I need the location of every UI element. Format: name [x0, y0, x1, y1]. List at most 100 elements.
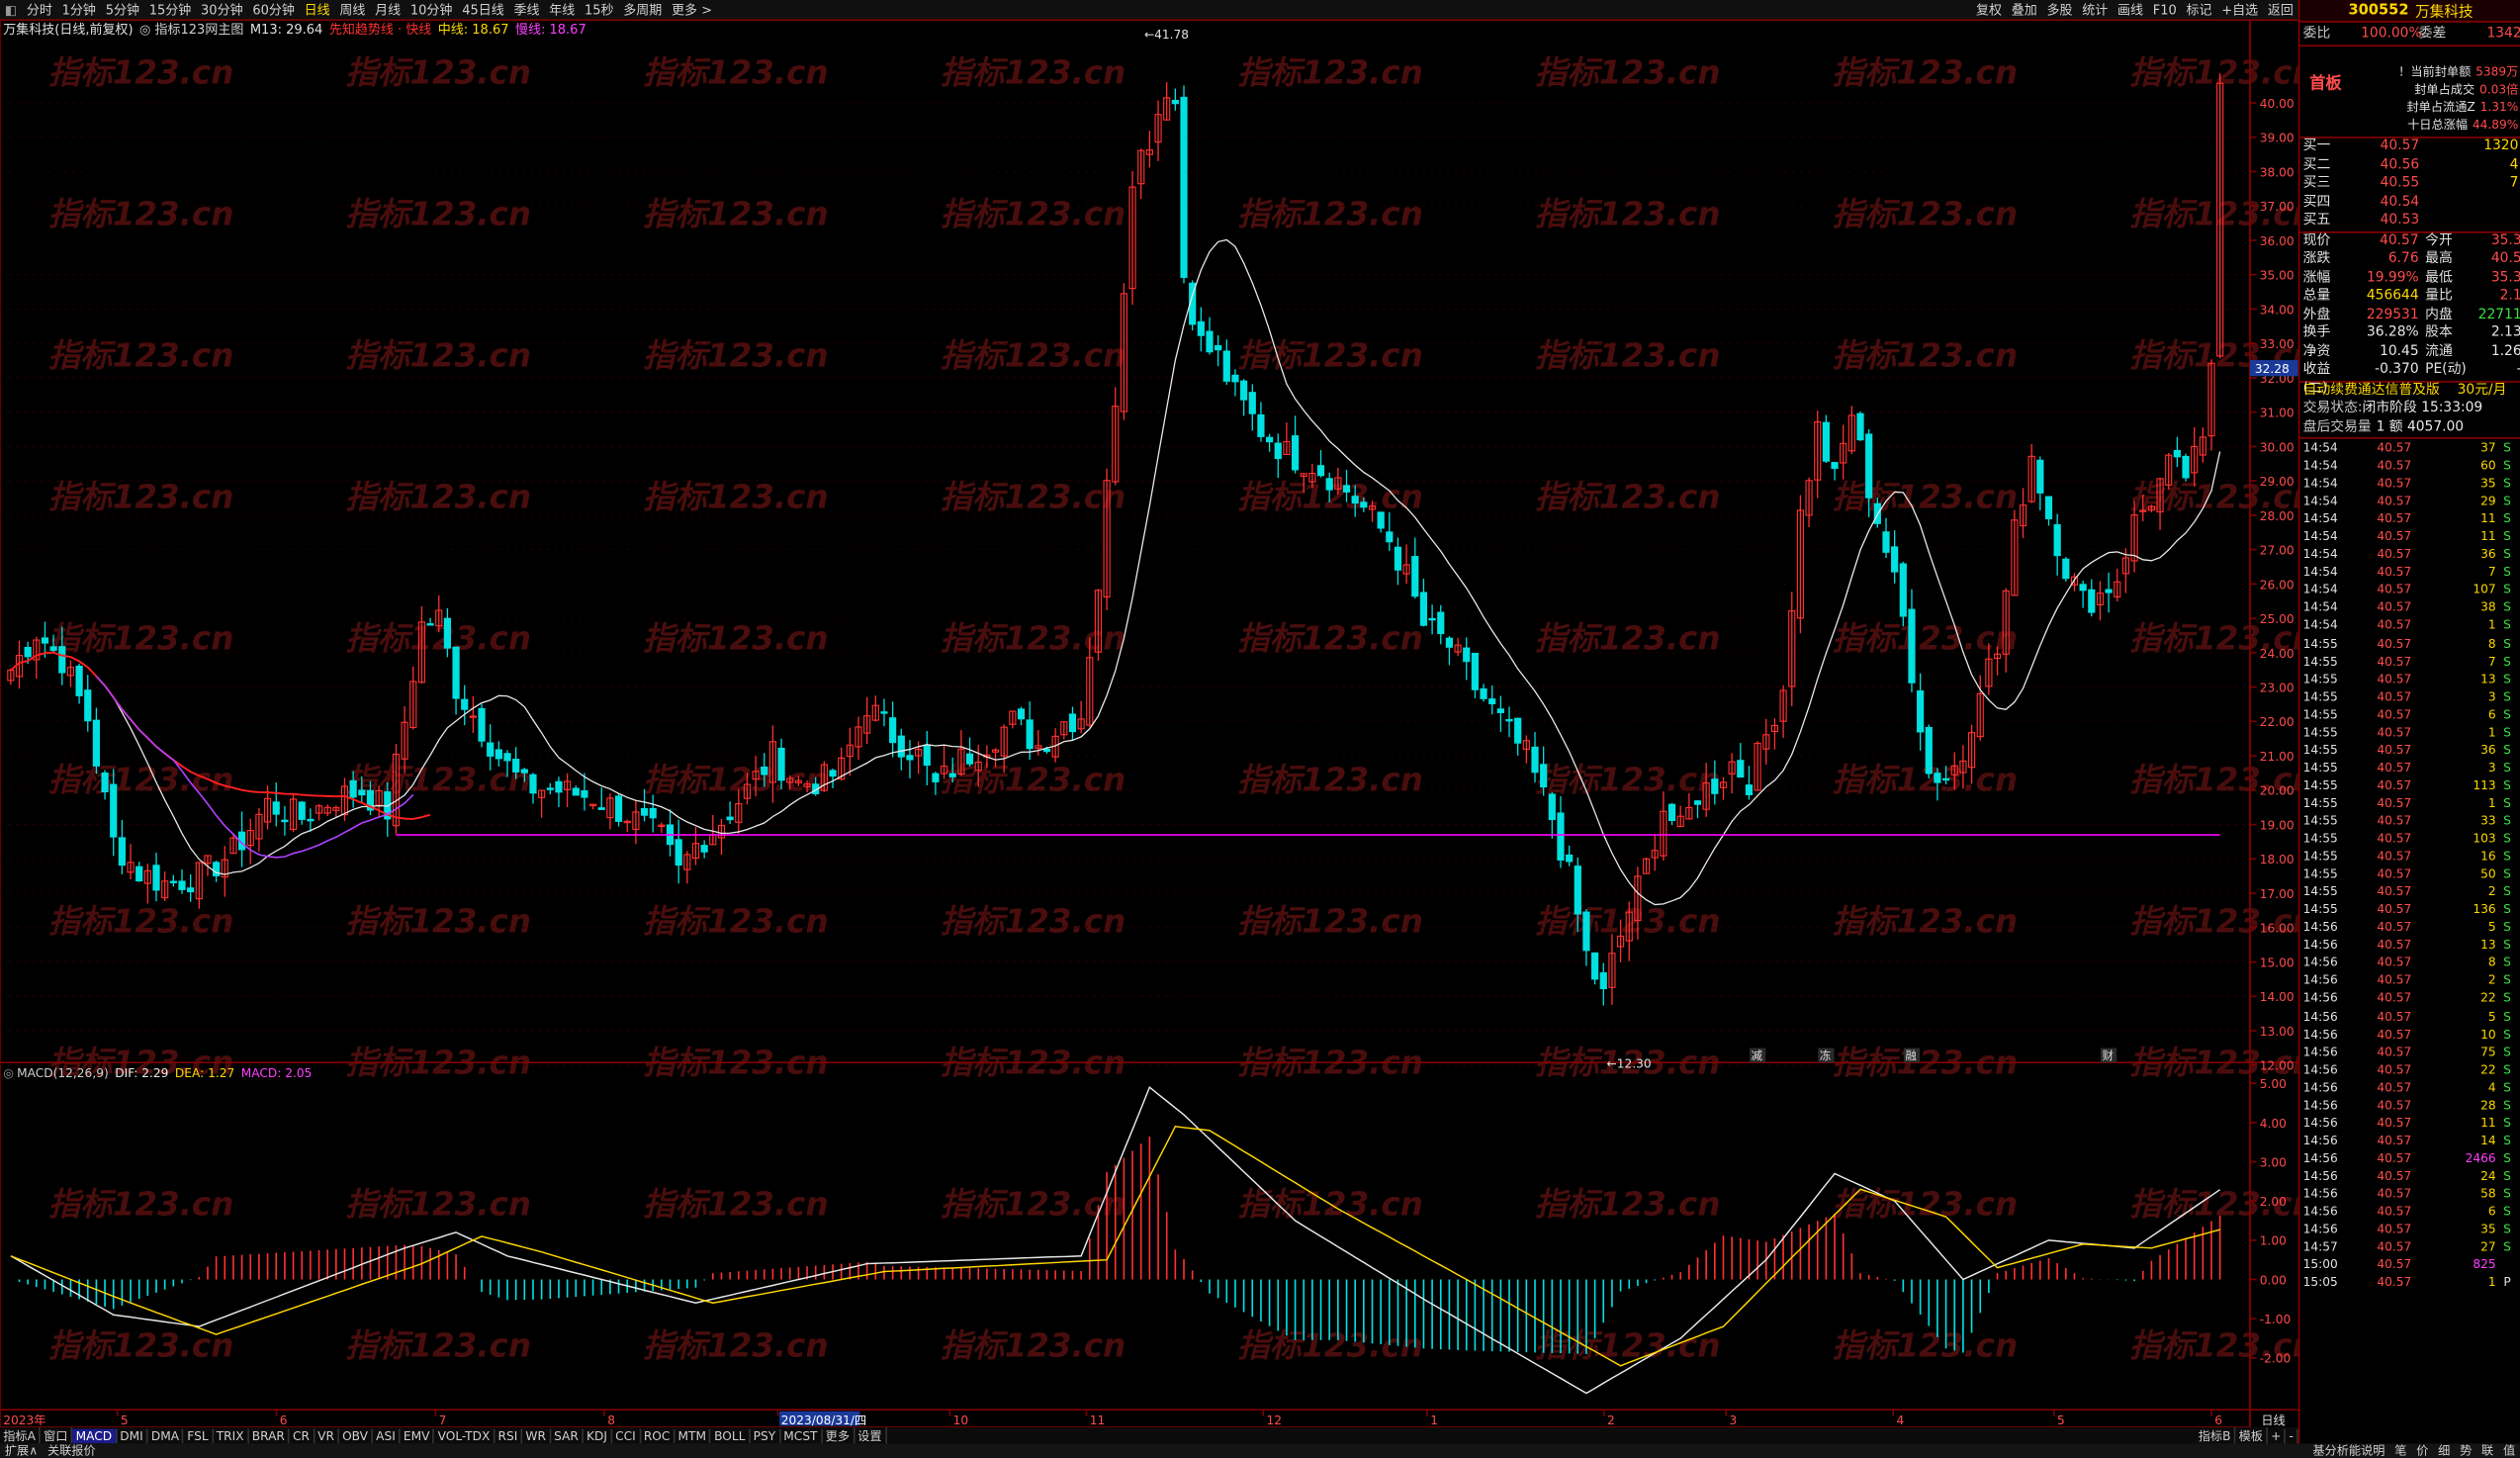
period-tab[interactable]: 15分钟	[144, 1, 196, 19]
period-tab[interactable]: 60分钟	[247, 1, 299, 19]
watermark-text: 指标123.cn	[643, 1327, 829, 1365]
ad-row[interactable]: 自动续费通达信普及版 30元/月	[2299, 380, 2520, 400]
indicator-tab[interactable]: EMV	[401, 1427, 435, 1443]
indicator-tab[interactable]: VR	[315, 1427, 339, 1443]
indicator-tab[interactable]: DMA	[148, 1427, 185, 1443]
indicator-tab[interactable]: KDJ	[584, 1427, 612, 1443]
related-quote-link[interactable]: 关联报价	[43, 1442, 101, 1458]
candle-body	[1197, 320, 1205, 336]
period-tab[interactable]: 更多 >	[667, 1, 717, 19]
watermark-text: 指标123.cn	[1535, 53, 1721, 91]
quote-label: 内盘	[2425, 306, 2453, 322]
status-tool[interactable]: 价	[2411, 1442, 2433, 1458]
indicator-tab[interactable]: CR	[290, 1427, 315, 1443]
period-tab[interactable]: 年线	[544, 1, 580, 19]
indicator-tool[interactable]: 指标B	[2195, 1426, 2236, 1445]
period-tab[interactable]: 10分钟	[405, 1, 457, 19]
tick-list[interactable]: 14:54 40.57 37 S 14:54 40.57 60 S 14:54 40.57 35 S 1…	[2299, 439, 2520, 1292]
period-tab[interactable]: 5分钟	[101, 1, 144, 19]
bid-row[interactable]: 买一 40.57 1320	[2299, 138, 2520, 157]
indicator-tab[interactable]: PSY	[750, 1427, 781, 1443]
indicator-tab[interactable]: TRIX	[213, 1427, 249, 1443]
toolbar-button[interactable]: 叠加	[2007, 1, 2042, 19]
tick-time: 14:54	[2302, 617, 2338, 633]
candle-body	[1591, 952, 1599, 980]
status-tool[interactable]: 基分析能说明	[2308, 1442, 2390, 1458]
tick-side: S	[2503, 1008, 2511, 1024]
indicator-tab[interactable]: CCI	[612, 1427, 641, 1443]
menu-icon[interactable]: ◧	[0, 2, 22, 17]
indicator-tab[interactable]: ROC	[641, 1427, 675, 1443]
status-tool[interactable]: 值	[2498, 1442, 2520, 1458]
indicator-tab[interactable]: MACD	[72, 1427, 118, 1443]
indicator-tab[interactable]: FSL	[184, 1427, 214, 1443]
period-tab[interactable]: 45日线	[457, 1, 508, 19]
tick-side	[2496, 1255, 2519, 1273]
indicator-tab[interactable]: DMI	[117, 1427, 148, 1443]
indicator-tab[interactable]: SAR	[551, 1427, 584, 1443]
indicator-tab[interactable]: RSI	[495, 1427, 523, 1443]
toolbar-button[interactable]: 复权	[1971, 1, 2007, 19]
period-tab[interactable]: 1分钟	[57, 1, 101, 19]
indicator-tool[interactable]: 模板	[2235, 1426, 2268, 1445]
candle-body	[529, 774, 537, 794]
period-tab[interactable]: 分时	[22, 1, 57, 19]
indicator-tab[interactable]: 更多	[822, 1426, 855, 1445]
indicator-tool[interactable]: -	[2286, 1427, 2298, 1443]
kline-chart[interactable]: 指标123.cn 指标123.cn 指标123.cn 指标123.cn 指标123.cn…	[0, 19, 2298, 1431]
indicator-tab[interactable]: WR	[522, 1427, 551, 1443]
indicator-tab[interactable]: OBV	[339, 1427, 373, 1443]
status-tool[interactable]: 联	[2476, 1442, 2498, 1458]
toolbar-button[interactable]: +自选	[2216, 1, 2263, 19]
bid-row[interactable]: 买五 40.53	[2299, 213, 2520, 231]
indicator-tab[interactable]: 设置	[855, 1426, 887, 1445]
candle-body	[118, 837, 126, 866]
seal-info: 首板 ！当前封单额 5389万 封单占成交 0.03倍 封单占流通Z 1.31% 十日总涨幅…	[2299, 46, 2520, 138]
tick-price: 40.57	[2377, 688, 2412, 704]
tick-side: S	[2503, 955, 2511, 970]
macd-name[interactable]: MACD(12,26,9)	[17, 1065, 109, 1080]
bid-row[interactable]: 买三 40.55 7	[2299, 175, 2520, 194]
indicator-tab[interactable]: MTM	[675, 1427, 711, 1443]
candle-body	[1360, 501, 1368, 508]
watermark-text: 指标123.cn	[48, 1186, 234, 1224]
candle-body	[1394, 546, 1402, 571]
indicator-tab[interactable]: VOL-TDX	[434, 1427, 495, 1443]
tick-row: 14:54 40.57 7 S	[2299, 563, 2520, 581]
status-tool[interactable]: 势	[2455, 1442, 2476, 1458]
toolbar-button[interactable]: 标记	[2182, 1, 2217, 19]
bid-row[interactable]: 买二 40.56 4	[2299, 156, 2520, 175]
candle-body	[614, 795, 623, 822]
tick-volume: 1	[2487, 1274, 2496, 1290]
status-tool[interactable]: 笔	[2389, 1442, 2411, 1458]
tick-side: S	[2503, 760, 2511, 775]
toolbar-button[interactable]: 返回	[2263, 1, 2298, 19]
candle-body	[1514, 717, 1522, 744]
quote-row: 涨幅 19.99% 最低 35.3	[2299, 269, 2520, 288]
period-tab[interactable]: 15秒	[580, 1, 618, 19]
expand-button[interactable]: 扩展∧	[0, 1442, 43, 1458]
ad-text[interactable]: 自动续费通达信普及版	[2299, 382, 2457, 401]
indicator-tab[interactable]: MCST	[780, 1427, 823, 1443]
toolbar-button[interactable]: F10	[2148, 2, 2182, 17]
bid-row[interactable]: 买四 40.54	[2299, 194, 2520, 213]
period-tab[interactable]: 30分钟	[196, 1, 247, 19]
indicator-tab[interactable]: ASI	[373, 1427, 401, 1443]
tick-row: 14:55 40.57 7 S	[2299, 652, 2520, 670]
toolbar-button[interactable]: 多股	[2042, 1, 2078, 19]
status-tool[interactable]: 细	[2433, 1442, 2455, 1458]
period-tab[interactable]: 多周期	[618, 1, 667, 19]
period-tab[interactable]: 周线	[335, 1, 371, 19]
candle-body	[2182, 455, 2190, 479]
candle-body	[2079, 584, 2087, 592]
period-tab[interactable]: 月线	[370, 1, 405, 19]
macd-settings-icon[interactable]: ◎	[3, 1065, 14, 1080]
toolbar-button[interactable]: 统计	[2077, 1, 2113, 19]
tick-volume: 36	[2480, 546, 2496, 562]
toolbar-button[interactable]: 画线	[2113, 1, 2148, 19]
indicator-tab[interactable]: BRAR	[248, 1427, 290, 1443]
period-tab[interactable]: 季线	[509, 1, 545, 19]
period-tab[interactable]: 日线	[300, 1, 335, 19]
indicator-tool[interactable]: +	[2268, 1427, 2287, 1443]
indicator-tab[interactable]: BOLL	[711, 1427, 751, 1443]
